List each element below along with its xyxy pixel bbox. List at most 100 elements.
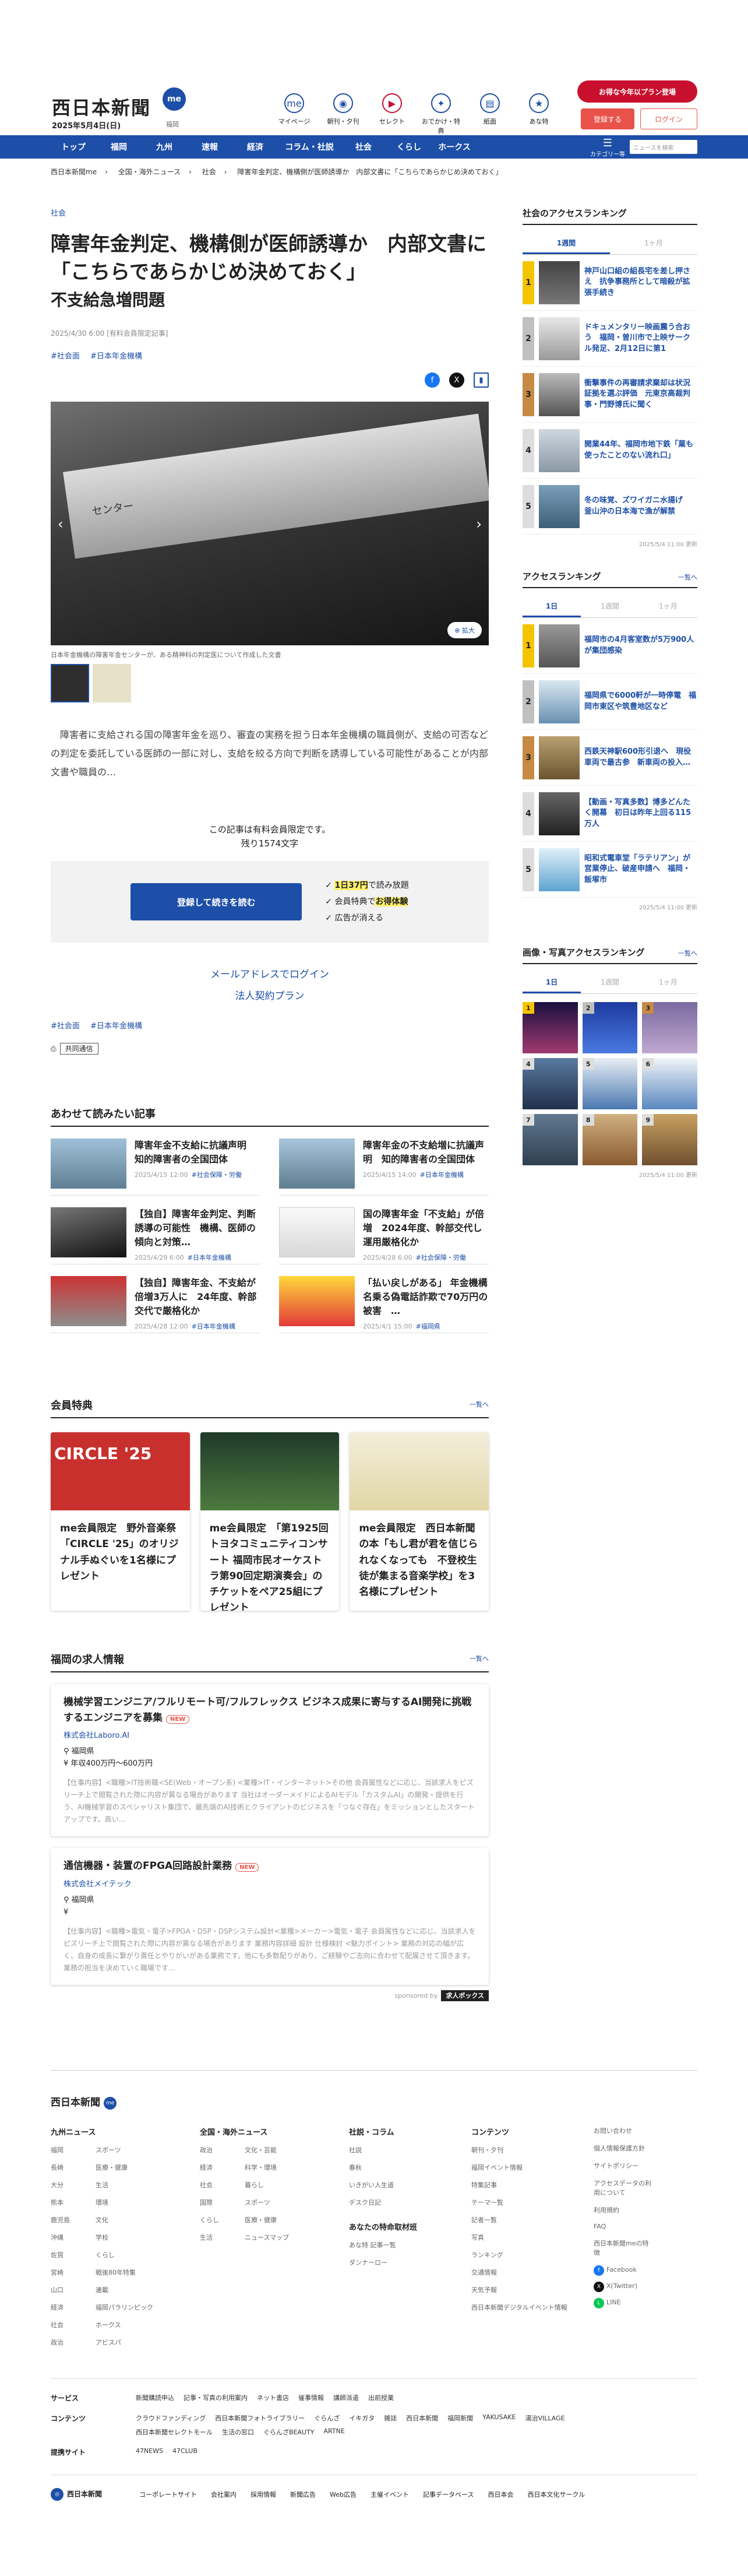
tab-1month[interactable]: 1ヶ月: [639, 972, 697, 993]
nav-column[interactable]: コラム・社説: [278, 141, 341, 153]
footer-link[interactable]: 西日本新聞フォトライブラリー: [215, 2413, 305, 2423]
footer-link[interactable]: コーポレートサイト: [139, 2490, 197, 2499]
footer-link[interactable]: 西日本新聞デジタルイベント情報: [471, 2303, 570, 2312]
corporate-logo[interactable]: ◎ 西日本新聞: [51, 2488, 102, 2501]
footer-link[interactable]: 新聞広告: [290, 2490, 316, 2499]
tab-1month[interactable]: 1ヶ月: [610, 233, 697, 254]
photo-cell[interactable]: 7: [523, 1114, 578, 1165]
photo-cell[interactable]: 1: [523, 1002, 578, 1053]
nav-top[interactable]: トップ: [51, 141, 96, 153]
footer-link[interactable]: 科学・環境: [245, 2163, 289, 2172]
related-item-tag[interactable]: #福岡県: [416, 1323, 440, 1330]
corporate-plan-link[interactable]: 法人契約プラン: [51, 987, 489, 1002]
chevron-right-icon[interactable]: ›: [476, 516, 482, 532]
breadcrumb-national[interactable]: 全国・海外ニュース: [118, 168, 181, 176]
footer-link[interactable]: ネット書店: [257, 2393, 289, 2402]
job-card[interactable]: 機械学習エンジニア/フルリモート可/フルフレックス ビジネス成果に寄与するAI開…: [51, 1684, 489, 1836]
tag-link[interactable]: #日本年金機構: [90, 1022, 142, 1031]
footer-link[interactable]: サイトポリシー: [594, 2161, 652, 2170]
footer-link[interactable]: 福岡パラリンピック: [96, 2303, 153, 2312]
chevron-left-icon[interactable]: ‹: [58, 516, 63, 532]
benefit-card[interactable]: CIRCLE '25 me会員限定 野外音楽祭「CIRCLE '25」のオリジナル…: [51, 1432, 190, 1611]
header-paper[interactable]: ▤ 紙面: [468, 93, 512, 135]
related-item-tag[interactable]: #日本年金機構: [420, 1171, 464, 1179]
email-login-link[interactable]: メールアドレスでログイン: [51, 966, 489, 981]
footer-link[interactable]: 西日本新聞セレクトモール: [136, 2427, 213, 2437]
photo-ranking-more[interactable]: 一覧へ: [678, 948, 697, 958]
footer-link[interactable]: 鹿児島: [51, 2215, 70, 2224]
footer-link[interactable]: ランキング: [471, 2250, 570, 2259]
zoom-button[interactable]: ⊕ 拡大: [447, 622, 482, 639]
footer-link[interactable]: 生活の窓口: [222, 2427, 254, 2437]
register-button[interactable]: 登録する: [581, 108, 634, 129]
related-item-tag[interactable]: #日本年金機構: [192, 1323, 235, 1330]
tab-1week[interactable]: 1週間: [523, 233, 610, 254]
ranking-item[interactable]: 2 ドキュメンタリー映画震う合おう 福岡・曽川市で上映サークル発足、2月12日に第…: [523, 311, 697, 367]
footer-link[interactable]: 西日本新聞meの特徴: [594, 2238, 652, 2257]
footer-link[interactable]: 47NEWS: [136, 2447, 163, 2455]
benefit-card[interactable]: me会員限定 西日本新聞の本「もし君が君を信じられなくなっても 不登校生徒が集ま…: [350, 1432, 489, 1611]
tab-1day[interactable]: 1日: [523, 596, 581, 617]
footer-link[interactable]: 採用情報: [250, 2490, 276, 2499]
header-mypage[interactable]: me マイページ: [272, 93, 316, 135]
footer-link[interactable]: 写真: [471, 2233, 570, 2242]
category-menu-button[interactable]: ☰ カテゴリー等: [590, 138, 625, 159]
ranking-item[interactable]: 4 開業44年、福岡市地下鉄「菓も使ったことのない流れ口」: [523, 423, 697, 479]
footer-link[interactable]: 経済: [200, 2163, 219, 2172]
footer-link[interactable]: 新聞購読申込: [136, 2393, 174, 2402]
footer-link[interactable]: アビスパ: [96, 2338, 153, 2347]
footer-link[interactable]: 記事・写真の利用案内: [184, 2393, 248, 2402]
photo-cell[interactable]: 2: [582, 1002, 638, 1053]
tab-1month[interactable]: 1ヶ月: [639, 596, 697, 617]
nav-society[interactable]: 社会: [341, 141, 386, 153]
footer-link[interactable]: 政治: [51, 2338, 70, 2347]
footer-link[interactable]: いきがい人生道: [349, 2180, 448, 2190]
footer-link[interactable]: YAKUSAKE: [482, 2413, 516, 2423]
tag-link[interactable]: #日本年金機構: [90, 352, 142, 361]
footer-logo[interactable]: 西日本新聞 me: [51, 2094, 697, 2110]
photo-thumbnail[interactable]: [93, 664, 131, 703]
social-facebook[interactable]: f Facebook: [594, 2265, 652, 2276]
footer-link[interactable]: 春秋: [349, 2163, 448, 2172]
nav-kyushu[interactable]: 九州: [142, 141, 187, 153]
nav-economy[interactable]: 経済: [232, 141, 278, 153]
related-item[interactable]: 国の障害年金「不支給」が倍増 2024年度、幹部交代し運用厳格化か 2025/4/…: [279, 1196, 489, 1265]
related-item[interactable]: 【独自】障害年金判定、判断誘導の可能性 機構、医師の傾向と対策… 2025/4/2…: [51, 1196, 260, 1265]
footer-link[interactable]: 連載: [96, 2285, 153, 2294]
photo-cell[interactable]: 3: [642, 1002, 697, 1053]
search-input[interactable]: ニュースを検索: [630, 140, 697, 154]
ranking-item[interactable]: 5 昭和式電車堂「ラテリアン」が営業停止、破産申請へ 福岡・飯塚市: [523, 842, 697, 898]
related-item[interactable]: 障害年金の不支給増に抗議声明 知的障害者の全国団体 2025/4/15 14:00…: [279, 1127, 489, 1196]
ranking-item[interactable]: 1 神戸山口組の組長宅を差し押さえ 抗争事務所として暗殺が拡張手続き: [523, 255, 697, 311]
footer-link[interactable]: ホークス: [96, 2320, 153, 2329]
footer-link[interactable]: 大分: [51, 2180, 70, 2190]
footer-link[interactable]: ぐらんざBEAUTY: [263, 2427, 315, 2437]
related-item-tag[interactable]: #社会保障・労働: [192, 1171, 242, 1179]
footer-link[interactable]: 47CLUB: [172, 2447, 197, 2455]
footer-link[interactable]: デスク日記: [349, 2198, 448, 2207]
footer-link[interactable]: 交通情報: [471, 2268, 570, 2277]
footer-link[interactable]: 講師派遣: [333, 2393, 359, 2402]
related-item[interactable]: 「払い戻しがある」 年金機構名乗る偽電話詐欺で70万円の被害 … 2025/4/1…: [279, 1264, 489, 1334]
footer-link[interactable]: 戦後80年特集: [96, 2268, 153, 2277]
footer-link[interactable]: 宮崎: [51, 2268, 70, 2277]
footer-link[interactable]: 社説: [349, 2145, 448, 2155]
photo-thumbnail[interactable]: [51, 664, 89, 703]
footer-link[interactable]: 暮らし: [245, 2180, 289, 2190]
footer-link[interactable]: 佐賀: [51, 2250, 70, 2259]
nav-breaking[interactable]: 速報: [187, 141, 232, 153]
footer-link[interactable]: 西日本会: [488, 2490, 513, 2499]
article-category[interactable]: 社会: [51, 207, 489, 218]
footer-link[interactable]: スポーツ: [96, 2145, 153, 2155]
footer-link[interactable]: イキガタ: [349, 2413, 375, 2423]
ranking-item[interactable]: 2 福岡県で6000軒が一時停電 福岡市東区や筑豊地区など: [523, 674, 697, 730]
footer-link[interactable]: 政治: [200, 2145, 219, 2155]
tab-1day[interactable]: 1日: [523, 972, 581, 993]
related-item-tag[interactable]: #日本年金機構: [188, 1254, 231, 1261]
footer-link[interactable]: お問い合わせ: [594, 2126, 652, 2135]
footer-link[interactable]: 朝刊・夕刊: [471, 2145, 570, 2155]
breadcrumb-home[interactable]: 西日本新聞me: [51, 168, 97, 176]
ranking-item[interactable]: 3 衝撃事件の再審請求棄却は状況証拠を選ぶ評価 元東京高裁判事・門野博氏に聞く: [523, 367, 697, 423]
footer-link[interactable]: 特集記事: [471, 2180, 570, 2190]
header-select[interactable]: ▶ セレクト: [370, 93, 414, 135]
